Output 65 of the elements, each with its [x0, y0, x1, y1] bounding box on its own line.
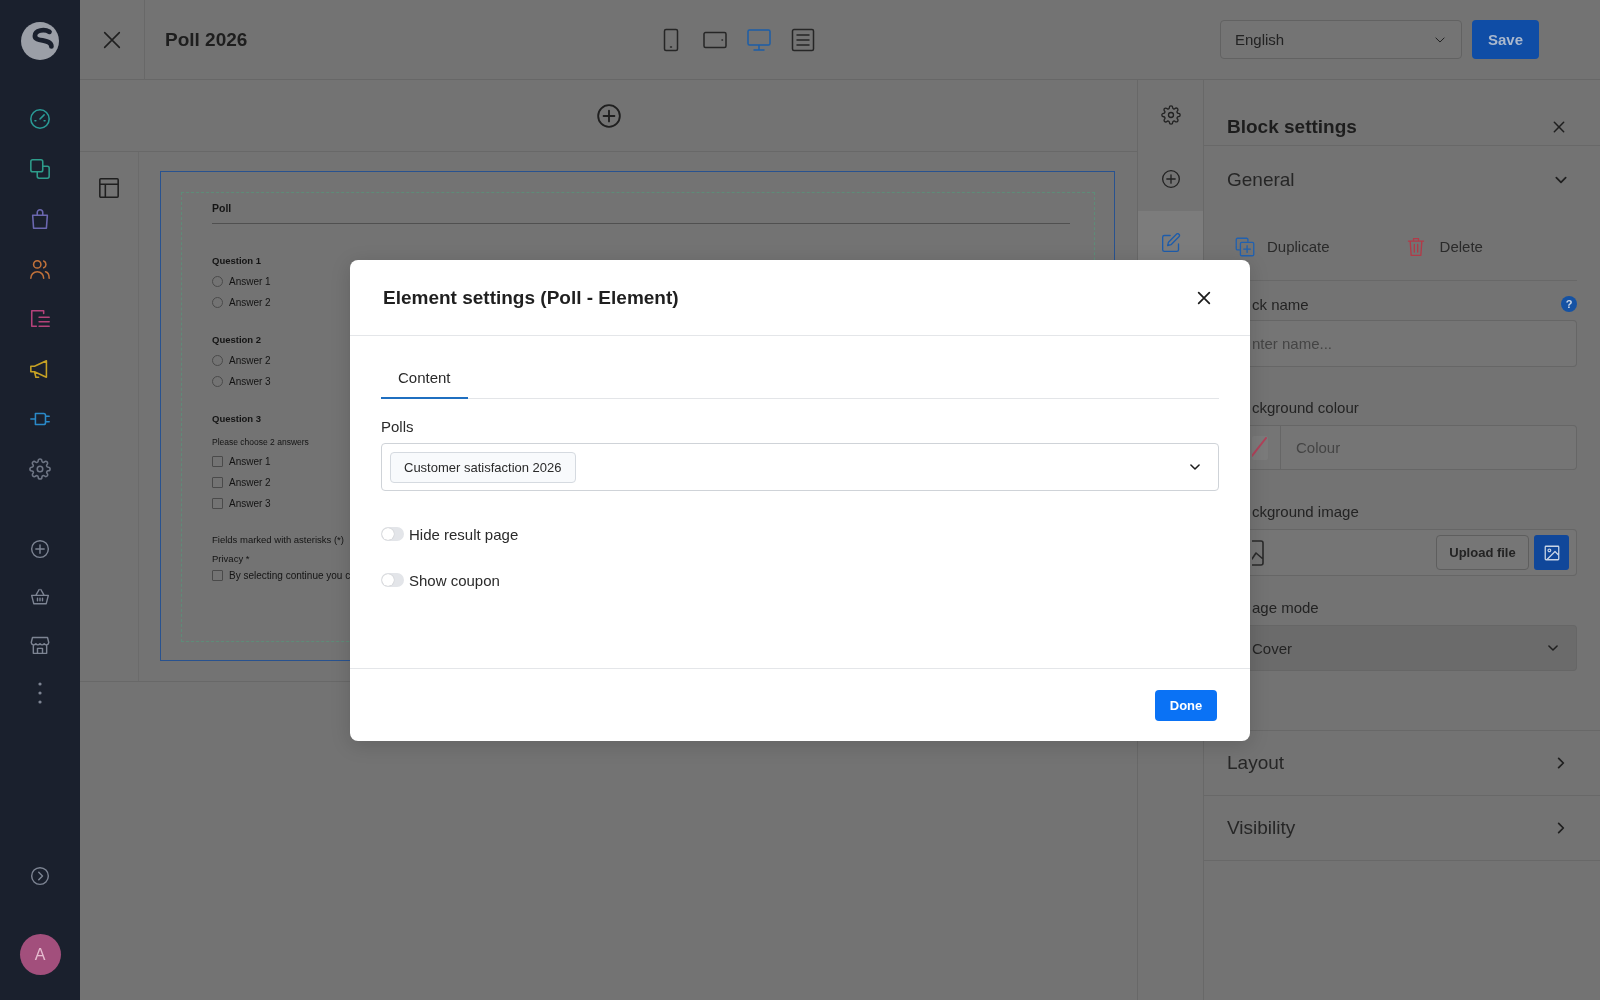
image-thumbnail-icon [1252, 538, 1264, 567]
add-icon [30, 539, 50, 559]
user-avatar[interactable]: A [19, 934, 61, 975]
question-title: Question 3 [212, 412, 262, 426]
section-header[interactable]: Visibility [1204, 796, 1600, 861]
answer-label: Answer 1 [229, 456, 271, 467]
answer-label: Answer 2 [229, 355, 271, 366]
add-icon [1160, 169, 1181, 189]
field-label: age mode [1252, 598, 1319, 616]
save-button[interactable]: Save [1472, 20, 1539, 59]
question-title: Question 1 [212, 254, 262, 268]
poll-chip: Customer satisfaction 2026 [390, 451, 576, 483]
toggle-label: Hide result page [409, 525, 519, 543]
privacy-label: Privacy * [212, 552, 250, 566]
field-label: ckground image [1252, 502, 1359, 520]
field-label: Polls [381, 417, 414, 437]
close-icon [1196, 289, 1212, 306]
toggle-switch[interactable] [381, 527, 404, 541]
desktop-icon [747, 27, 771, 52]
image-mode-select[interactable]: Cover [1250, 625, 1577, 671]
store-icon [30, 635, 50, 655]
dialog-title: Element settings (Poll - Element) [383, 286, 679, 309]
answer-label: Answer 2 [229, 297, 271, 308]
action-button[interactable]: Duplicate [1235, 236, 1330, 257]
image-field[interactable]: Upload file [1250, 529, 1577, 576]
panel-title: Block settings [1227, 115, 1357, 139]
help-icon[interactable]: ? [1561, 296, 1577, 312]
question-title: Question 2 [212, 333, 262, 347]
logo-icon[interactable] [21, 22, 59, 60]
poll-title: Poll [212, 201, 232, 215]
done-button[interactable]: Done [1155, 689, 1217, 721]
edit-icon [1160, 233, 1181, 253]
question-hint: Please choose 2 answers [212, 436, 309, 448]
toggle-switch[interactable] [381, 573, 404, 587]
action-button[interactable]: Delete [1405, 236, 1483, 257]
layout-icon [98, 177, 120, 199]
privacy-text: By selecting continue you c [229, 569, 351, 581]
image-icon [1542, 543, 1561, 562]
media-button[interactable] [1534, 535, 1569, 570]
no-colour-swatch-icon [1252, 435, 1268, 460]
document-icon [791, 27, 815, 52]
add-block-button[interactable] [595, 102, 622, 129]
more-icon [38, 682, 42, 704]
answer-label: Answer 2 [229, 477, 271, 488]
trash-icon [1405, 236, 1426, 257]
field-label: ck name [1252, 295, 1309, 313]
close-button[interactable] [1196, 289, 1212, 306]
field-label: ckground colour [1252, 398, 1359, 416]
answer-label: Answer 3 [229, 498, 271, 509]
tab[interactable]: Content [381, 366, 468, 399]
upload-button[interactable]: Upload file [1436, 535, 1529, 570]
add-icon [595, 102, 622, 129]
close-icon [1552, 120, 1566, 134]
answer-label: Answer 3 [229, 376, 271, 387]
duplicate-icon [1235, 236, 1255, 257]
polls-select[interactable]: Customer satisfaction 2026 [381, 443, 1219, 491]
toggle-label: Show coupon [409, 571, 500, 589]
basket-icon [30, 587, 50, 607]
settings-icon [1160, 105, 1181, 125]
layout-button[interactable] [98, 177, 120, 199]
section-header[interactable]: General [1204, 146, 1600, 213]
answer-label: Answer 1 [229, 276, 271, 287]
language-select[interactable]: English [1220, 20, 1462, 59]
required-note: Fields marked with asterisks (*) [212, 533, 344, 547]
page-title: Poll 2026 [165, 28, 248, 50]
